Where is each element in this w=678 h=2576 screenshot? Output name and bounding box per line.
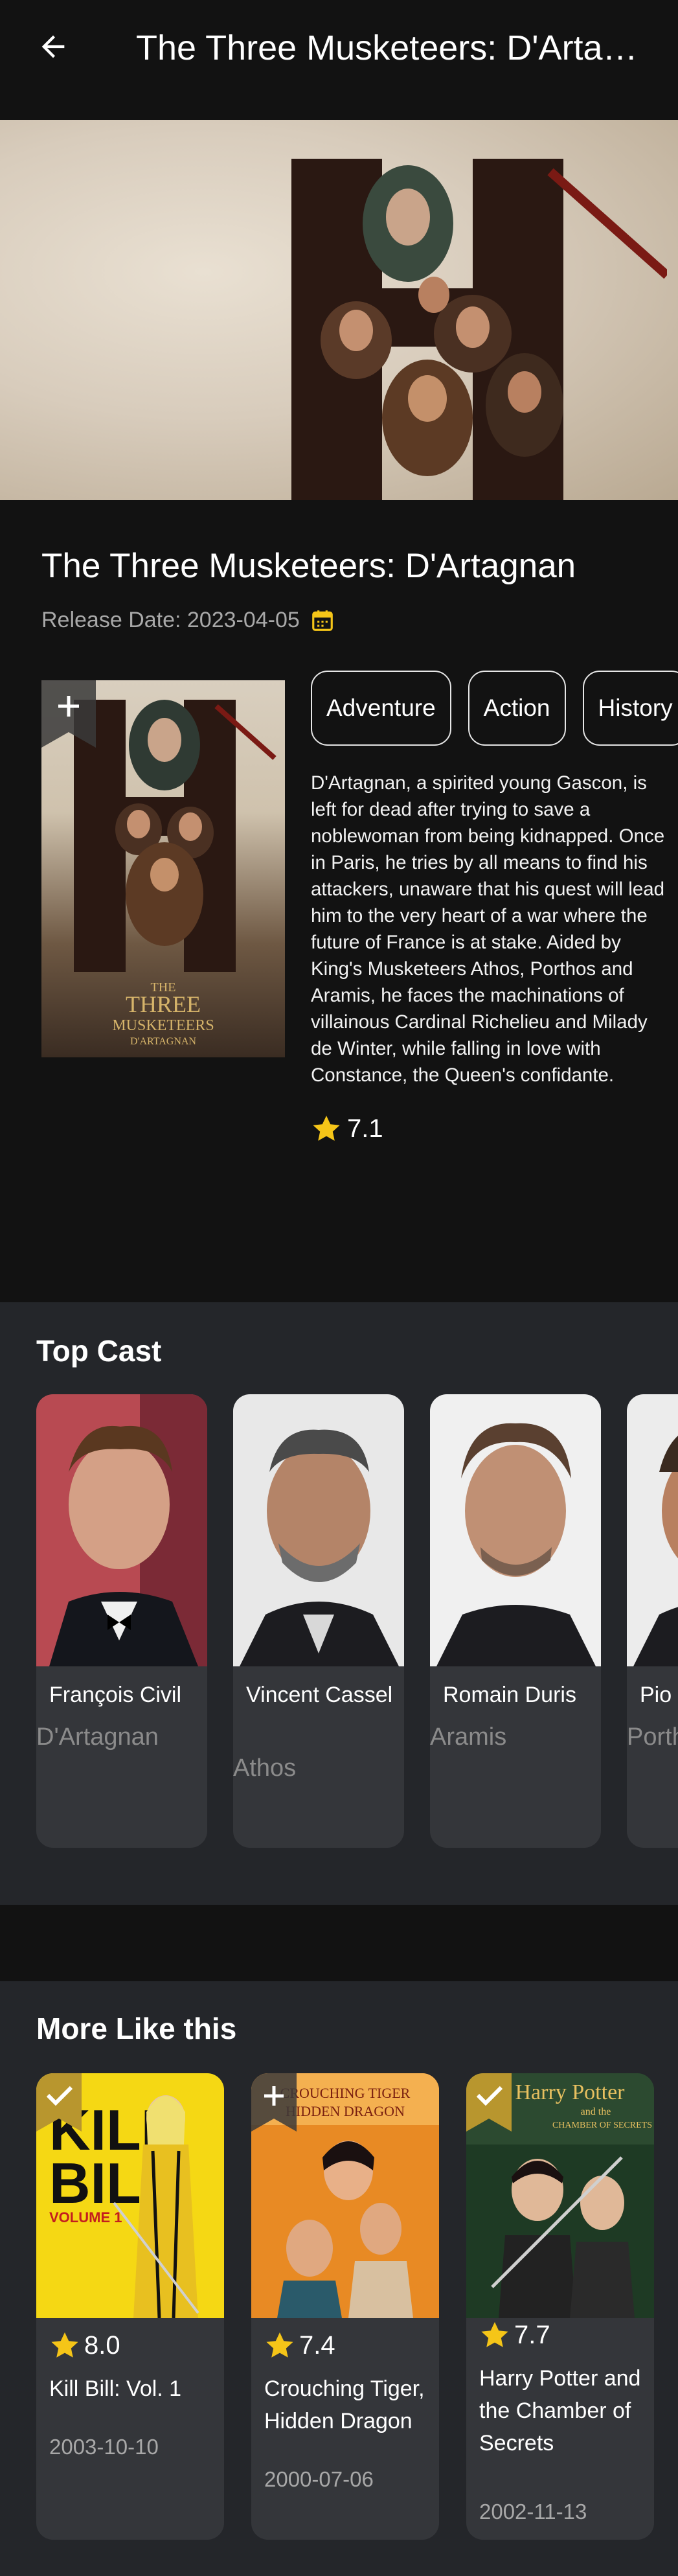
genre-chip[interactable]: Action bbox=[468, 671, 566, 746]
genre-chip[interactable]: History bbox=[582, 671, 678, 746]
star-icon bbox=[266, 2332, 293, 2358]
add-watchlist-button[interactable] bbox=[251, 2073, 297, 2132]
cast-photo bbox=[233, 1394, 404, 1666]
movie-card[interactable]: Harry Potter and the CHAMBER OF SECRETS … bbox=[466, 2073, 654, 2540]
more-like-this-section: More Like this KILL BILL VOLUME 1 8.0 Ki… bbox=[0, 1981, 678, 2576]
poster-title-line4: D'ARTAGNAN bbox=[130, 1036, 196, 1047]
backdrop-art bbox=[291, 159, 667, 500]
movie-card-title: Harry Potter and the Chamber of Secrets bbox=[479, 2366, 641, 2455]
genre-list: Adventure Action History bbox=[311, 671, 678, 747]
app-bar-title: The Three Musketeers: D'Artag... bbox=[136, 29, 648, 67]
cast-character: Athos bbox=[233, 1754, 297, 1782]
cast-name: Pio Marmaï bbox=[640, 1683, 678, 1707]
release-date-text: Release Date: 2023-04-05 bbox=[41, 608, 300, 632]
cast-character: D'Artagnan bbox=[36, 1723, 159, 1751]
app-bar: The Three Musketeers: D'Artag... bbox=[0, 0, 678, 96]
poster-title-line3: CHAMBER OF SECRETS bbox=[552, 2121, 652, 2130]
cast-photo bbox=[627, 1394, 678, 1666]
movie-card-rating: 8.0 bbox=[49, 2330, 120, 2361]
release-date: Release Date: 2023-04-05 bbox=[41, 608, 335, 633]
cast-card[interactable]: François Civil D'Artagnan bbox=[36, 1394, 207, 1848]
rating-value: 7.4 bbox=[299, 2330, 335, 2360]
cast-name: Romain Duris bbox=[443, 1683, 576, 1707]
cast-card[interactable]: Vincent Cassel Athos bbox=[233, 1394, 404, 1848]
movie-poster: THE THREE MUSKETEERS D'ARTAGNAN bbox=[41, 680, 285, 1057]
movie-card-date: 2002-11-13 bbox=[479, 2500, 587, 2524]
cast-name: Vincent Cassel bbox=[246, 1683, 393, 1707]
cast-card[interactable]: Pio Marmaï Porthos bbox=[627, 1394, 678, 1848]
cast-character: Aramis bbox=[430, 1723, 507, 1751]
add-watchlist-button[interactable] bbox=[41, 680, 96, 748]
cast-name: François Civil bbox=[49, 1683, 182, 1707]
more-like-this-title: More Like this bbox=[36, 2012, 237, 2045]
movie-card-rating: 7.4 bbox=[264, 2330, 335, 2361]
cast-photo bbox=[36, 1394, 207, 1666]
poster-title-line1: CROUCHING TIGER bbox=[280, 2085, 411, 2101]
movie-card-date: 2000-07-06 bbox=[264, 2467, 374, 2491]
movie-card-rating: 7.7 bbox=[479, 2319, 550, 2351]
cast-card[interactable]: Romain Duris Aramis bbox=[430, 1394, 601, 1848]
genre-chip[interactable]: Adventure bbox=[311, 671, 451, 746]
top-cast-section: Top Cast François Civil D'Artagnan Vince… bbox=[0, 1302, 678, 1905]
movie-card-title: Crouching Tiger, Hidden Dragon bbox=[264, 2376, 425, 2433]
rating-value: 7.1 bbox=[347, 1114, 383, 1143]
calendar-icon bbox=[311, 610, 333, 631]
poster-title-line2: HIDDEN DRAGON bbox=[286, 2103, 405, 2119]
remove-watchlist-button[interactable] bbox=[36, 2073, 82, 2132]
poster-title-line2: and the bbox=[581, 2106, 611, 2117]
star-icon bbox=[481, 2322, 508, 2347]
top-cast-title: Top Cast bbox=[36, 1334, 162, 1368]
remove-watchlist-button[interactable] bbox=[466, 2073, 512, 2132]
movie-card-title: Kill Bill: Vol. 1 bbox=[49, 2376, 182, 2401]
movie-overview: D'Artagnan, a spirited young Gascon, is … bbox=[311, 772, 665, 1086]
movie-card[interactable]: KILL BILL VOLUME 1 8.0 Kill Bill: Vol. 1… bbox=[36, 2073, 224, 2540]
poster-title-line3: VOLUME 1 bbox=[49, 2209, 122, 2225]
backdrop-image bbox=[0, 120, 678, 500]
poster-title-line3: MUSKETEERS bbox=[112, 1017, 214, 1034]
cast-photo bbox=[430, 1394, 601, 1666]
movie-title: The Three Musketeers: D'Artagnan bbox=[41, 547, 576, 585]
movie-card[interactable]: CROUCHING TIGER HIDDEN DRAGON 7.4 Crouch… bbox=[251, 2073, 439, 2540]
star-icon bbox=[313, 1116, 340, 1141]
poster-title-line1: Harry Potter bbox=[515, 2080, 625, 2104]
movie-rating: 7.1 bbox=[311, 1113, 383, 1144]
rating-value: 8.0 bbox=[84, 2330, 120, 2360]
back-button[interactable] bbox=[34, 27, 73, 66]
movie-card-date: 2003-10-10 bbox=[49, 2435, 159, 2459]
arrow-left-icon bbox=[41, 35, 65, 58]
poster-title-line2: THREE bbox=[126, 991, 201, 1017]
star-icon bbox=[51, 2332, 78, 2358]
cast-character: Porthos bbox=[627, 1723, 678, 1751]
rating-value: 7.7 bbox=[514, 2320, 550, 2349]
